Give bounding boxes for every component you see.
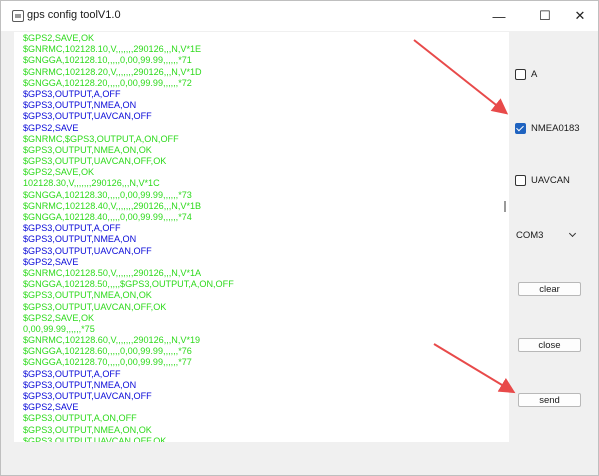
log-line: $GPS2,SAVE xyxy=(23,402,79,413)
checkbox-nmea0183[interactable]: NMEA0183 xyxy=(515,123,580,134)
minimize-button[interactable]: — xyxy=(479,1,519,31)
log-line: $GPS3,OUTPUT,UAVCAN,OFF xyxy=(23,391,152,401)
log-line: $GNGGA,102128.70,,,,,0,00,99.99,,,,,,*77 xyxy=(23,357,192,368)
log-line: 102128.30,V,,,,,,,290126,,,N,V*1C xyxy=(23,178,160,189)
title-bar[interactable]: gps config toolV1.0 — ☐ ✕ xyxy=(1,1,598,31)
log-lines: $GPS2,SAVE,OK $GNRMC,102128.10,V,,,,,,,29… xyxy=(23,33,234,442)
log-line: $GPS2,SAVE,OK xyxy=(23,167,95,178)
checkbox-a[interactable]: A xyxy=(515,69,537,80)
port-select[interactable]: COM3 xyxy=(516,227,581,243)
log-line: $GNRMC,102128.40,V,,,,,,,290126,,,N,V*1B xyxy=(23,200,202,211)
log-line: $GPS3,OUTPUT,A,OFF xyxy=(23,88,121,99)
log-line: $GPS3,OUTPUT,UAVCAN,OFF,OK xyxy=(23,156,167,167)
checkbox-uavcan-box[interactable] xyxy=(515,175,526,186)
log-line: $GPS3,OUTPUT,NMEA,ON,OK xyxy=(23,424,152,435)
log-line: $GPS3,OUTPUT,UAVCAN,OFF,OK xyxy=(23,301,167,312)
log-line: $GPS3,OUTPUT,UAVCAN,OFF xyxy=(23,111,152,122)
window-title: gps config toolV1.0 xyxy=(27,9,121,21)
log-line: $GNRMC,102128.20,V,,,,,,,290126,,,N,V*1D xyxy=(23,66,202,77)
log-line: $GPS3,OUTPUT,NMEA,ON xyxy=(23,234,137,245)
log-line: $GNRMC,102128.50,V,,,,,,,290126,,,N,V*1A xyxy=(23,267,202,278)
log-line: $GPS2,SAVE,OK xyxy=(23,312,95,323)
log-line: $GPS3,OUTPUT,A,OFF xyxy=(23,368,121,379)
checkbox-nmea0183-box[interactable] xyxy=(515,123,526,134)
log-line: $GNRMC,102128.10,V,,,,,,,290126,,,N,V*1E xyxy=(23,44,202,55)
checkbox-uavcan-label: UAVCAN xyxy=(531,175,570,186)
log-scrollbar[interactable] xyxy=(504,201,506,212)
log-line: $GPS3,OUTPUT,NMEA,ON,OK xyxy=(23,290,152,301)
log-line: $GNGGA,102128.20,,,,,0,00,99.99,,,,,,*72 xyxy=(23,77,192,88)
log-line: $GPS3,OUTPUT,UAVCAN,OFF xyxy=(23,245,152,256)
clear-button[interactable]: clear xyxy=(518,282,581,296)
checkbox-a-label: A xyxy=(531,69,538,80)
log-line: $GNRMC,$GPS3,OUTPUT,A,ON,OFF xyxy=(23,133,179,144)
log-line: $GPS3,OUTPUT,NMEA,ON xyxy=(23,100,137,111)
maximize-button[interactable]: ☐ xyxy=(525,1,565,31)
log-line: $GPS3,OUTPUT,NMEA,ON,OK xyxy=(23,144,152,155)
send-button[interactable]: send xyxy=(518,393,581,407)
log-line: 0,00,99.99,,,,,,*75 xyxy=(23,323,95,334)
log-line: $GNGGA,102128.40,,,,,0,00,99.99,,,,,,*74 xyxy=(23,212,192,222)
port-select-value: COM3 xyxy=(516,229,544,241)
checkbox-a-box[interactable] xyxy=(515,69,526,80)
log-line: $GNGGA,102128.10,,,,,0,00,99.99,,,,,,*71 xyxy=(23,55,192,66)
log-line: $GNRMC,102128.60,V,,,,,,,290126,,,N,V*19 xyxy=(23,335,201,346)
log-line: $GPS3,OUTPUT,UAVCAN,OFF,OK xyxy=(23,435,167,442)
log-line: $GPS2,SAVE xyxy=(23,256,79,267)
log-line: $GNGGA,102128.50,,,,,$GPS3,OUTPUT,A,ON,O… xyxy=(23,279,234,290)
log-output[interactable]: $GPS2,SAVE,OK $GNRMC,102128.10,V,,,,,,,29… xyxy=(14,32,509,442)
log-line: $GPS3,OUTPUT,A,ON,OFF xyxy=(23,413,137,424)
checkbox-uavcan[interactable]: UAVCAN xyxy=(515,175,570,186)
log-line: $GNGGA,102128.60,,,,,0,00,99.99,,,,,,*76 xyxy=(23,346,192,357)
close-button[interactable]: close xyxy=(518,338,581,352)
checkbox-nmea0183-label: NMEA0183 xyxy=(531,123,580,134)
app-icon xyxy=(12,10,24,22)
log-line: $GPS3,OUTPUT,NMEA,ON xyxy=(23,379,137,390)
log-line: $GPS2,SAVE,OK xyxy=(23,33,95,43)
log-line: $GNGGA,102128.30,,,,,0,00,99.99,,,,,,*73 xyxy=(23,189,192,200)
close-window-button[interactable]: ✕ xyxy=(560,1,598,31)
chevron-down-icon xyxy=(568,229,577,238)
log-line: $GPS2,SAVE xyxy=(23,122,79,133)
app-window: gps config toolV1.0 — ☐ ✕ $GPS2,SAVE,OK $… xyxy=(0,0,599,476)
log-line: $GPS3,OUTPUT,A,OFF xyxy=(23,223,121,234)
